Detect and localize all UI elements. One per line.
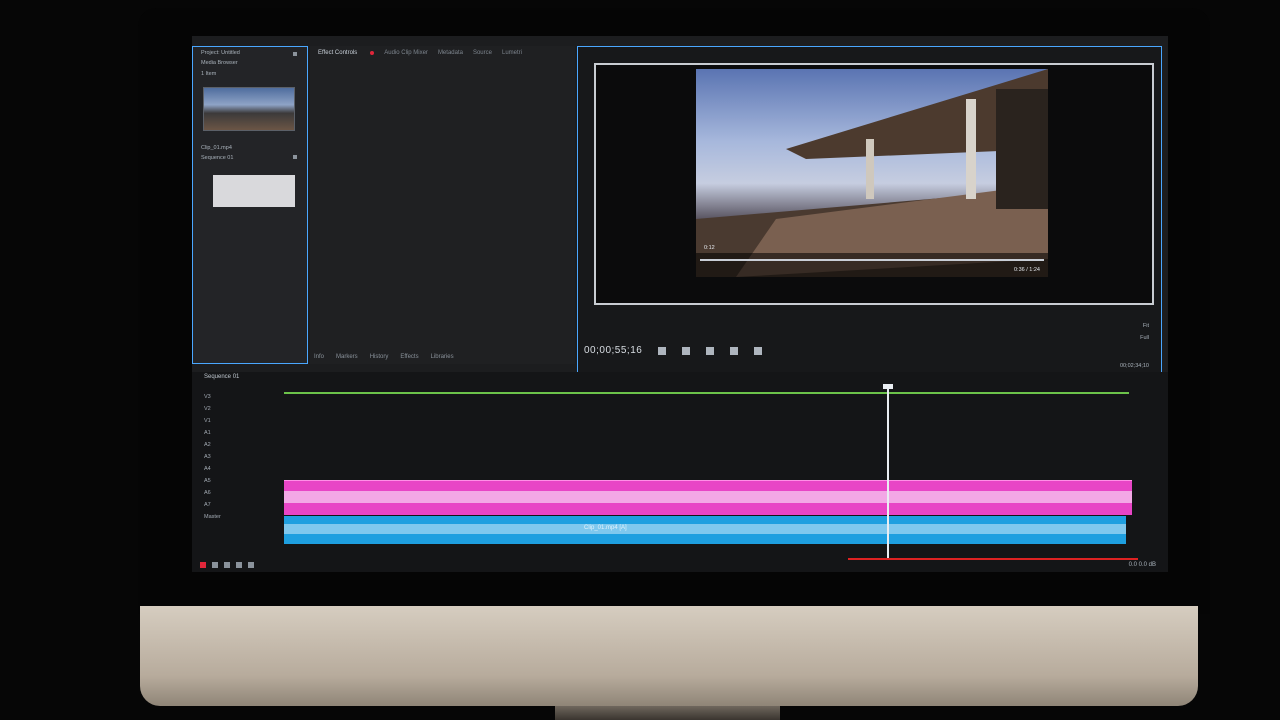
tab-effects[interactable]: Effects [400, 354, 418, 360]
marker-icon[interactable] [236, 562, 242, 568]
link-icon[interactable] [224, 562, 230, 568]
track-label[interactable]: V3 [204, 394, 211, 400]
tab-effect-controls[interactable]: Effect Controls [318, 50, 357, 56]
tab-source[interactable]: Source [473, 50, 492, 56]
track-label[interactable]: A2 [204, 442, 211, 448]
track-label[interactable]: A3 [204, 454, 211, 460]
monitor-chin [140, 606, 1198, 706]
source-panel: Effect Controls Audio Clip Mixer Metadat… [310, 46, 575, 364]
timeline-tools [200, 562, 254, 568]
tab-metadata[interactable]: Metadata [438, 50, 463, 56]
transport-controls [658, 347, 762, 355]
clip-name[interactable]: Clip_01.mp4 [201, 145, 232, 151]
insert-icon[interactable] [730, 347, 738, 355]
sequence-tab[interactable]: Sequence 01 [204, 374, 239, 380]
track-label[interactable]: A4 [204, 466, 211, 472]
video-preview[interactable]: 0:12 0:36 / 1:24 [696, 69, 1048, 277]
track-label[interactable]: V1 [204, 418, 211, 424]
video-clip[interactable] [284, 480, 1132, 515]
snap-icon[interactable] [212, 562, 218, 568]
video-scrub-bar[interactable] [700, 259, 1044, 261]
audio-meter-label: 0.0 0.0 dB [1128, 562, 1156, 568]
audio-waveform [284, 524, 1126, 534]
record-icon[interactable] [200, 562, 206, 568]
step-forward-icon[interactable] [706, 347, 714, 355]
play-icon[interactable] [682, 347, 690, 355]
settings-icon[interactable] [248, 562, 254, 568]
track-label[interactable]: A5 [204, 478, 211, 484]
sequence-name[interactable]: Sequence 01 [201, 155, 233, 161]
clip-thumbnail[interactable] [203, 87, 295, 131]
video-scene-graphic [696, 69, 1048, 277]
program-timecode[interactable]: 00;00;55;16 [584, 345, 642, 356]
panel-menu-icon[interactable] [293, 52, 297, 56]
tab-libraries[interactable]: Libraries [431, 354, 454, 360]
source-tab-row: Effect Controls Audio Clip Mixer Metadat… [310, 46, 575, 60]
tab-info[interactable]: Info [314, 354, 324, 360]
program-duration-label: 00;02;34;10 [1119, 363, 1149, 369]
source-bottom-tabs: Info Markers History Effects Libraries [314, 354, 454, 360]
tab-markers[interactable]: Markers [336, 354, 358, 360]
program-resolution-label[interactable]: Full [1140, 335, 1149, 341]
audio-clip-label: Clip_01.mp4 [A] [584, 525, 627, 531]
render-bar [848, 558, 1138, 560]
audio-clip[interactable]: Clip_01.mp4 [A] [284, 516, 1126, 544]
playhead-line[interactable] [887, 388, 889, 560]
work-area-bar[interactable] [284, 392, 1129, 394]
program-frame: 0:12 0:36 / 1:24 [594, 63, 1154, 305]
step-back-icon[interactable] [658, 347, 666, 355]
track-label[interactable]: A1 [204, 430, 211, 436]
track-label[interactable]: V2 [204, 406, 211, 412]
screen: Project: Untitled Media Browser 1 Item C… [192, 36, 1168, 572]
project-title: Project: Untitled [201, 50, 240, 56]
program-fit-label[interactable]: Fit [1143, 323, 1149, 329]
tab-audio-mixer[interactable]: Audio Clip Mixer [384, 50, 428, 56]
sequence-thumbnail[interactable] [213, 175, 295, 207]
track-label[interactable]: Master [204, 514, 221, 520]
project-panel: Project: Untitled Media Browser 1 Item C… [192, 46, 308, 364]
video-time-label: 0:12 [704, 245, 715, 251]
program-monitor-panel: 0:12 0:36 / 1:24 00;00;55;16 Fit Full 00… [577, 46, 1162, 374]
monitor-stand [555, 706, 780, 720]
tab-lumetri[interactable]: Lumetri [502, 50, 522, 56]
export-frame-icon[interactable] [754, 347, 762, 355]
track-label[interactable]: A7 [204, 502, 211, 508]
track-label[interactable]: A6 [204, 490, 211, 496]
timeline-panel: Sequence 01 V3 V2 V1 A1 A2 A3 A4 A5 A6 A… [192, 372, 1168, 572]
item-count: 1 Item [201, 71, 217, 77]
sequence-icon [293, 155, 297, 159]
video-controls-bar [696, 253, 1048, 277]
tab-history[interactable]: History [370, 354, 389, 360]
video-duration-label: 0:36 / 1:24 [1014, 267, 1040, 273]
video-clip-body [284, 491, 1132, 503]
project-subtitle[interactable]: Media Browser [201, 60, 238, 66]
record-indicator-icon [370, 51, 375, 55]
